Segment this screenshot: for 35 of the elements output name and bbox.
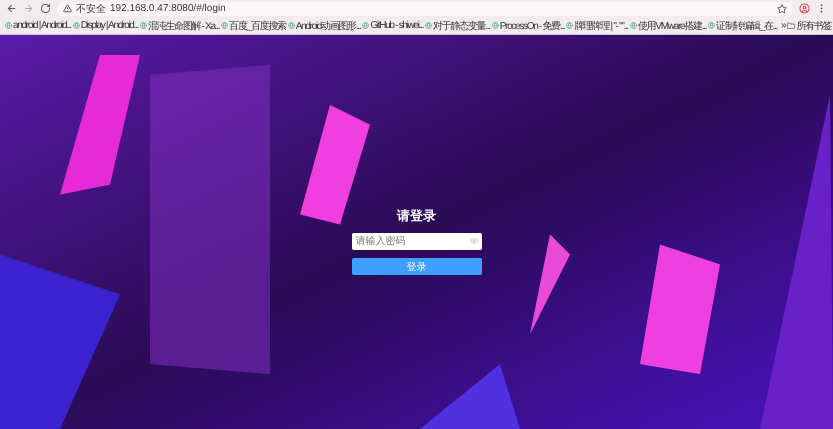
more-bookmarks[interactable]: » [781,20,786,31]
globe-icon [492,22,499,29]
bookmark-link[interactable]: GitHub - shiwei... [362,20,424,31]
globe-icon [425,22,432,29]
globe-icon [362,22,370,29]
folder-icon [787,22,796,30]
url-text: 192.168.0.47:8080/#/login [110,3,226,14]
bookmark-link[interactable]: 百度_百度搜索 [221,18,286,32]
globe-icon [288,22,295,29]
security-label: 不安全 [76,2,106,16]
reload-icon[interactable] [40,3,51,14]
profile-icon[interactable] [799,3,810,14]
address-bar[interactable]: 不安全 192.168.0.47:8080/#/login [57,2,793,16]
back-icon[interactable] [6,3,17,14]
bookmark-link[interactable]: 对于静态变量... [425,18,490,32]
globe-icon [566,22,574,29]
bookmark-link[interactable]: 混沌生命图解 - Xa... [140,18,220,32]
globe-icon [5,22,12,29]
bookmark-link[interactable]: Display | Android... [72,20,138,31]
bookmark-link[interactable]: ProcessOn - 免费... [492,18,564,32]
bookmark-link[interactable]: Android动画图形... [288,18,360,32]
globe-icon [708,22,716,29]
bookmark-link[interactable]: 使用VMware搭建... [630,18,706,32]
globe-icon [630,22,638,29]
bookmark-link[interactable]: 牌理牌理 | "- ""... [566,18,628,32]
star-icon[interactable] [777,4,787,14]
globe-icon [140,22,147,29]
globe-icon [72,22,80,29]
bookmark-link[interactable]: android | Android... [5,20,71,31]
all-bookmarks-link[interactable]: 所有书签 [787,18,832,32]
warning-icon [63,4,72,13]
globe-icon [221,22,228,29]
bookmark-link[interactable]: 证制转编辑_在... [708,18,778,32]
login-title: 请登录 [397,207,436,225]
password-field[interactable]: 请输入密码 [352,233,482,250]
